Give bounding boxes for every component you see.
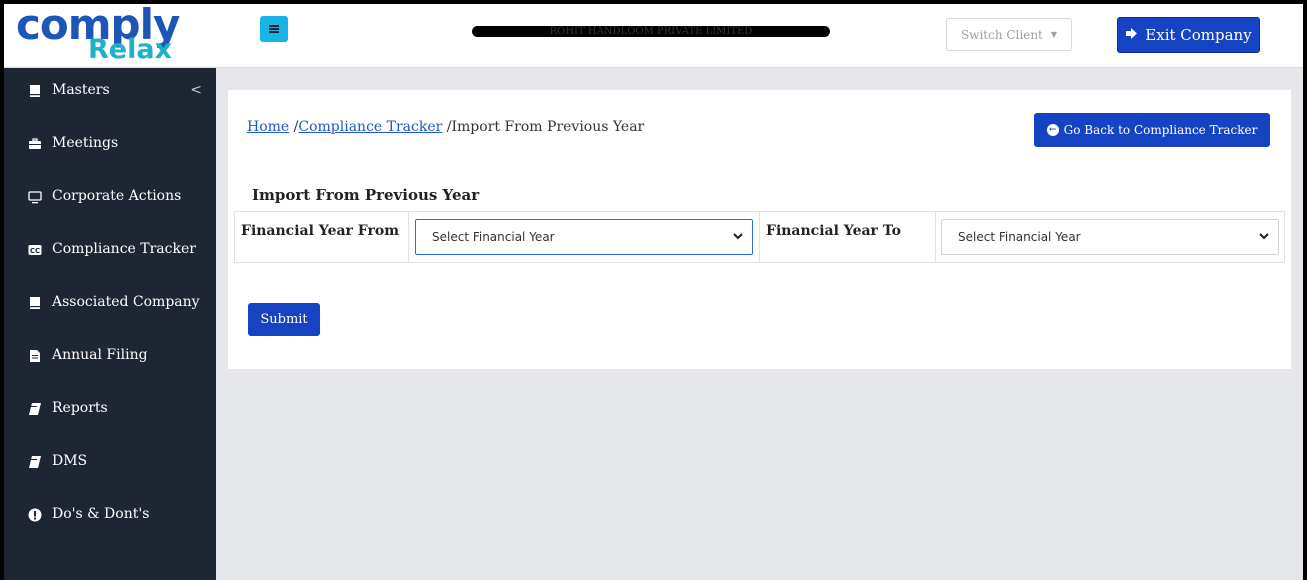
- sidebar-item-corporate-actions[interactable]: Corporate Actions: [4, 188, 216, 241]
- chevron-down-icon: [732, 229, 744, 246]
- sidebar-item-label: Corporate Actions: [52, 188, 182, 204]
- breadcrumb-home-link[interactable]: Home: [247, 119, 289, 135]
- sidebar-item-label: Compliance Tracker: [52, 241, 196, 257]
- company-name: ROHIT HANDLOOM PRIVATE LIMITED: [472, 26, 830, 37]
- financial-year-to-label: Financial Year To: [760, 212, 936, 262]
- switch-client-dropdown[interactable]: Switch Client ▼: [946, 18, 1072, 51]
- menu-toggle-button[interactable]: [260, 16, 288, 42]
- financial-year-form: Financial Year From Select Financial Yea…: [234, 211, 1285, 263]
- sidebar-item-dms[interactable]: DMS: [4, 453, 216, 506]
- briefcase-icon: [28, 137, 42, 151]
- sign-out-icon: [1125, 27, 1139, 44]
- breadcrumb: Home /Compliance Tracker /Import From Pr…: [247, 119, 644, 135]
- monitor-icon: [28, 190, 42, 204]
- go-back-button[interactable]: ← Go Back to Compliance Tracker: [1034, 113, 1270, 147]
- svg-text:CC: CC: [30, 247, 40, 255]
- file-icon: [28, 349, 42, 363]
- exclamation-icon: [28, 508, 42, 522]
- sidebar: comply Relax Masters < Meetings Corporat…: [4, 4, 216, 580]
- financial-year-to-cell: Select Financial Year: [936, 212, 1284, 262]
- sidebar-item-masters[interactable]: Masters <: [4, 82, 216, 135]
- financial-year-from-cell: Select Financial Year: [409, 212, 760, 262]
- logo-sub-text: Relax: [88, 34, 172, 65]
- submit-button[interactable]: Submit: [248, 303, 320, 336]
- exit-company-label: Exit Company: [1145, 26, 1252, 44]
- book-icon: [28, 455, 42, 469]
- financial-year-from-label: Financial Year From: [235, 212, 409, 262]
- sidebar-item-label: DMS: [52, 453, 88, 469]
- sidebar-item-label: Associated Company: [52, 294, 200, 310]
- top-bar: ROHIT HANDLOOM PRIVATE LIMITED Switch Cl…: [216, 4, 1303, 68]
- sidebar-item-label: Reports: [52, 400, 108, 416]
- sidebar-item-label: Do's & Dont's: [52, 506, 150, 522]
- chevron-down-icon: [1258, 229, 1270, 246]
- financial-year-to-select[interactable]: Select Financial Year: [941, 219, 1279, 255]
- financial-year-from-value: Select Financial Year: [432, 230, 555, 244]
- sidebar-item-dos-donts[interactable]: Do's & Dont's: [4, 506, 216, 559]
- switch-client-label: Switch Client: [960, 27, 1043, 42]
- sidebar-item-annual-filing[interactable]: Annual Filing: [4, 347, 216, 400]
- sidebar-item-associated-company[interactable]: Associated Company: [4, 294, 216, 347]
- go-back-label: Go Back to Compliance Tracker: [1063, 123, 1258, 137]
- breadcrumb-current: Import From Previous Year: [451, 119, 645, 135]
- book-icon: [28, 402, 42, 416]
- sidebar-nav: Masters < Meetings Corporate Actions CC: [4, 82, 216, 559]
- sidebar-item-compliance-tracker[interactable]: CC Compliance Tracker: [4, 241, 216, 294]
- exit-company-button[interactable]: Exit Company: [1117, 17, 1260, 53]
- sidebar-item-label: Masters: [52, 82, 110, 98]
- sidebar-item-label: Annual Filing: [52, 347, 148, 363]
- financial-year-from-select[interactable]: Select Financial Year: [415, 219, 753, 255]
- main-panel: Home /Compliance Tracker /Import From Pr…: [228, 90, 1291, 369]
- financial-year-to-value: Select Financial Year: [958, 230, 1081, 244]
- section-title: Import From Previous Year: [252, 186, 480, 204]
- sidebar-item-reports[interactable]: Reports: [4, 400, 216, 453]
- logo[interactable]: comply Relax: [4, 4, 216, 68]
- app-frame: comply Relax Masters < Meetings Corporat…: [4, 4, 1303, 580]
- sidebar-item-meetings[interactable]: Meetings: [4, 135, 216, 188]
- ledger-icon: [28, 296, 42, 310]
- hamburger-icon: [269, 28, 279, 30]
- ledger-icon: [28, 84, 42, 98]
- cc-icon: CC: [28, 243, 42, 257]
- breadcrumb-compliance-tracker-link[interactable]: Compliance Tracker: [298, 119, 442, 135]
- arrow-left-circle-icon: ←: [1046, 124, 1059, 136]
- caret-down-icon: ▼: [1050, 30, 1058, 39]
- chevron-left-icon: <: [190, 82, 202, 98]
- sidebar-item-label: Meetings: [52, 135, 119, 151]
